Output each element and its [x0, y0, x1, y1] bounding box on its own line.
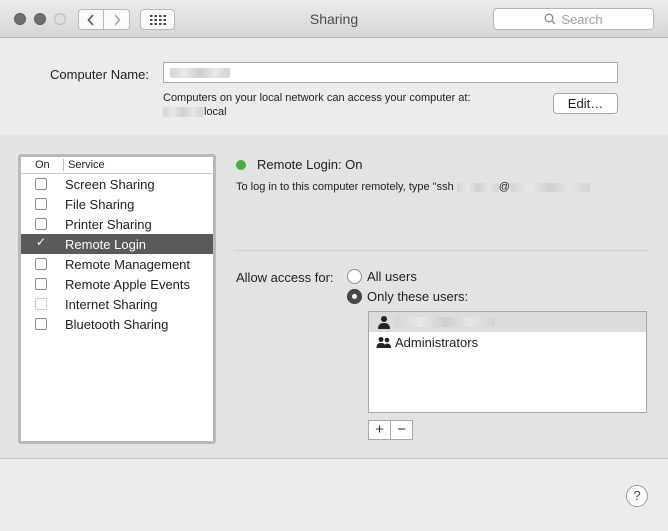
ssh-at: @ [498, 181, 510, 193]
user-label: Administrators [395, 334, 479, 350]
service-checkbox[interactable] [35, 318, 47, 330]
service-status: Remote Login: On [236, 157, 363, 172]
help-button[interactable]: ? [626, 485, 648, 507]
service-row-remote-management[interactable]: Remote Management [21, 254, 213, 274]
sharing-window: Sharing Search Computer Name: Computers … [0, 0, 668, 531]
service-checkbox[interactable] [35, 298, 47, 310]
service-checkbox[interactable] [35, 198, 47, 210]
service-list: On Service Screen Sharing File Sharing P… [18, 154, 216, 444]
local-hostname: local [163, 105, 471, 119]
service-row-printer-sharing[interactable]: Printer Sharing [21, 214, 213, 234]
remove-user-button[interactable]: − [390, 420, 413, 440]
titlebar: Sharing Search [0, 0, 668, 38]
add-user-button[interactable]: + [368, 420, 391, 440]
service-label: Remote Management [65, 256, 191, 272]
computer-name-hint: Computers on your local network can acce… [163, 91, 471, 119]
radio-only-these-users[interactable]: Only these users: [347, 289, 468, 304]
service-label: Remote Apple Events [65, 276, 191, 292]
user-row[interactable]: Administrators [369, 332, 646, 352]
radio-label: Only these users: [367, 289, 469, 304]
group-icon [369, 336, 395, 348]
search-placeholder: Search [561, 11, 603, 27]
service-label: Printer Sharing [65, 216, 152, 232]
detail-divider [234, 250, 647, 251]
user-row[interactable] [369, 312, 646, 332]
status-text: Remote Login: On [257, 157, 363, 172]
status-indicator-icon [236, 159, 246, 170]
allowed-users-list: Administrators [368, 311, 647, 413]
redacted-computer-name [170, 68, 230, 78]
service-row-internet-sharing[interactable]: Internet Sharing [21, 294, 213, 314]
hostname-suffix: local [204, 106, 227, 118]
hint-text: Computers on your local network can acce… [163, 92, 471, 104]
redacted-username [456, 182, 499, 192]
service-checkbox[interactable] [35, 178, 47, 190]
service-row-file-sharing[interactable]: File Sharing [21, 194, 213, 214]
user-icon [369, 315, 395, 329]
radio-label: All users [367, 269, 417, 284]
checkmark-icon: ✓ [36, 235, 47, 249]
radio-button[interactable] [347, 269, 362, 284]
radio-button[interactable] [347, 289, 362, 304]
column-header-on[interactable]: On [21, 159, 64, 171]
service-list-header: On Service [21, 157, 213, 174]
service-label: Remote Login [65, 236, 146, 252]
search-field[interactable]: Search [493, 8, 654, 30]
service-checkbox[interactable] [35, 218, 47, 230]
radio-all-users[interactable]: All users [347, 269, 417, 284]
footer-divider [0, 458, 668, 459]
service-label: Internet Sharing [65, 296, 158, 312]
search-icon [544, 13, 556, 25]
redacted-user-name [395, 317, 495, 327]
service-row-bluetooth-sharing[interactable]: Bluetooth Sharing [21, 314, 213, 334]
service-checkbox[interactable] [35, 258, 47, 270]
service-row-screen-sharing[interactable]: Screen Sharing [21, 174, 213, 194]
service-label: Screen Sharing [65, 176, 155, 192]
column-header-service[interactable]: Service [64, 159, 105, 171]
computer-name-input[interactable] [163, 62, 618, 83]
service-label: File Sharing [65, 196, 135, 212]
ssh-text: To log in to this computer remotely, typ… [236, 181, 454, 193]
service-label: Bluetooth Sharing [65, 316, 169, 332]
service-row-remote-apple-events[interactable]: Remote Apple Events [21, 274, 213, 294]
computer-name-label: Computer Name: [50, 67, 149, 82]
service-checkbox[interactable]: ✓ [35, 235, 47, 250]
redacted-hostname [163, 107, 203, 118]
service-checkbox[interactable] [35, 278, 47, 290]
ssh-instructions: To log in to this computer remotely, typ… [236, 181, 590, 193]
service-row-remote-login[interactable]: ✓ Remote Login [21, 234, 213, 254]
edit-button[interactable]: Edit… [553, 93, 618, 114]
redacted-address [509, 182, 590, 192]
allow-access-label: Allow access for: [236, 270, 334, 285]
